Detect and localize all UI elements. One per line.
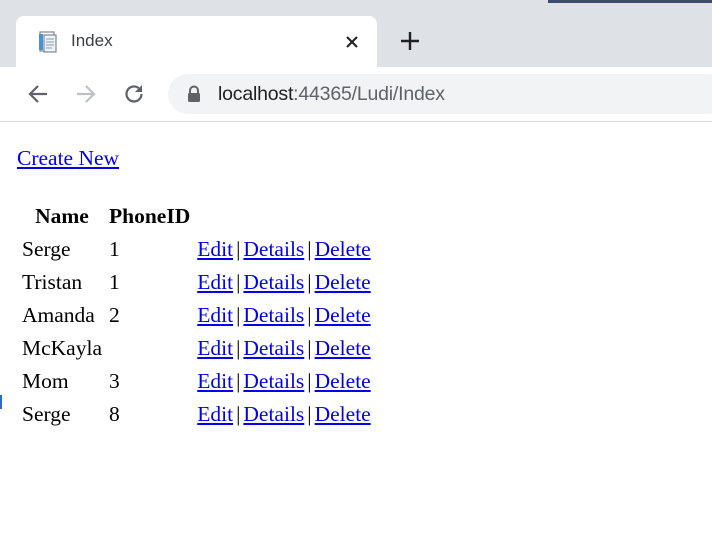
edit-link[interactable]: Edit [197,369,233,393]
cell-name: Amanda [22,303,95,327]
plus-icon[interactable] [397,28,423,54]
page-icon [36,30,60,54]
cell-actions: Edit | Details | Delete [195,332,372,365]
separator: | [236,303,241,327]
details-link[interactable]: Details [243,336,304,360]
cell-actions: Edit | Details | Delete [195,398,372,431]
separator: | [307,237,312,261]
edit-link[interactable]: Edit [197,303,233,327]
url-host: localhost [218,83,294,105]
separator: | [307,336,312,360]
details-link[interactable]: Details [243,270,304,294]
cell-actions: Edit | Details | Delete [195,299,372,332]
separator: | [307,369,312,393]
cell-phone-id: 1 [109,237,120,261]
separator: | [236,402,241,426]
separator: | [307,270,312,294]
column-header-actions [195,200,372,233]
delete-link[interactable]: Delete [315,402,371,426]
lock-icon[interactable] [186,85,202,103]
forward-arrow-icon[interactable] [72,80,100,108]
cell-name: Tristan [22,270,83,294]
url-path: :44365/Ludi/Index [293,83,445,105]
tab-title: Index [71,31,113,50]
edit-link[interactable]: Edit [197,402,233,426]
page-content: Create New Name PhoneID Serge 1 Edit | Detai… [0,122,712,549]
separator: | [236,237,241,261]
delete-link[interactable]: Delete [315,270,371,294]
cell-phone-id: 2 [109,303,120,327]
column-header-phoneid: PhoneID [109,204,191,228]
cell-name: Mom [22,369,69,393]
browser-tab[interactable]: Index [16,16,377,67]
cell-phone-id: 3 [109,369,120,393]
records-table: Name PhoneID Serge 1 Edit | Details | Delete Tr… [17,200,376,431]
cell-phone-id: 1 [109,270,120,294]
cell-name: Serge [22,237,71,261]
separator: | [236,336,241,360]
back-arrow-icon[interactable] [24,80,52,108]
delete-link[interactable]: Delete [315,237,371,261]
window-edge [548,0,712,3]
reload-icon[interactable] [120,80,148,108]
cell-phone-id: 8 [109,402,120,426]
cell-name: McKayla [22,336,102,360]
table-row: McKayla Edit | Details | Delete [20,332,373,365]
delete-link[interactable]: Delete [315,369,371,393]
cell-actions: Edit | Details | Delete [195,365,372,398]
edit-link[interactable]: Edit [197,270,233,294]
edit-link[interactable]: Edit [197,237,233,261]
close-icon[interactable] [341,31,363,53]
table-row: Amanda 2 Edit | Details | Delete [20,299,373,332]
separator: | [236,369,241,393]
edit-link[interactable]: Edit [197,336,233,360]
cell-actions: Edit | Details | Delete [195,233,372,266]
cell-phone-id [107,332,192,365]
details-link[interactable]: Details [243,237,304,261]
table-row: Tristan 1 Edit | Details | Delete [20,266,373,299]
table-row: Serge 8 Edit | Details | Delete [20,398,373,431]
table-row: Mom 3 Edit | Details | Delete [20,365,373,398]
address-bar[interactable]: localhost:44365/Ludi/Index [168,74,712,114]
details-link[interactable]: Details [243,303,304,327]
cell-name: Serge [22,402,71,426]
details-link[interactable]: Details [243,402,304,426]
separator: | [307,402,312,426]
delete-link[interactable]: Delete [315,336,371,360]
tab-strip: Index [0,0,712,67]
column-header-name: Name [35,204,89,228]
url-text[interactable]: localhost:44365/Ludi/Index [218,83,445,106]
table-header-row: Name PhoneID [20,200,373,233]
delete-link[interactable]: Delete [315,303,371,327]
create-new-link[interactable]: Create New [17,146,119,171]
browser-toolbar: localhost:44365/Ludi/Index [0,67,712,122]
cell-actions: Edit | Details | Delete [195,266,372,299]
separator: | [236,270,241,294]
separator: | [307,303,312,327]
details-link[interactable]: Details [243,369,304,393]
table-row: Serge 1 Edit | Details | Delete [20,233,373,266]
